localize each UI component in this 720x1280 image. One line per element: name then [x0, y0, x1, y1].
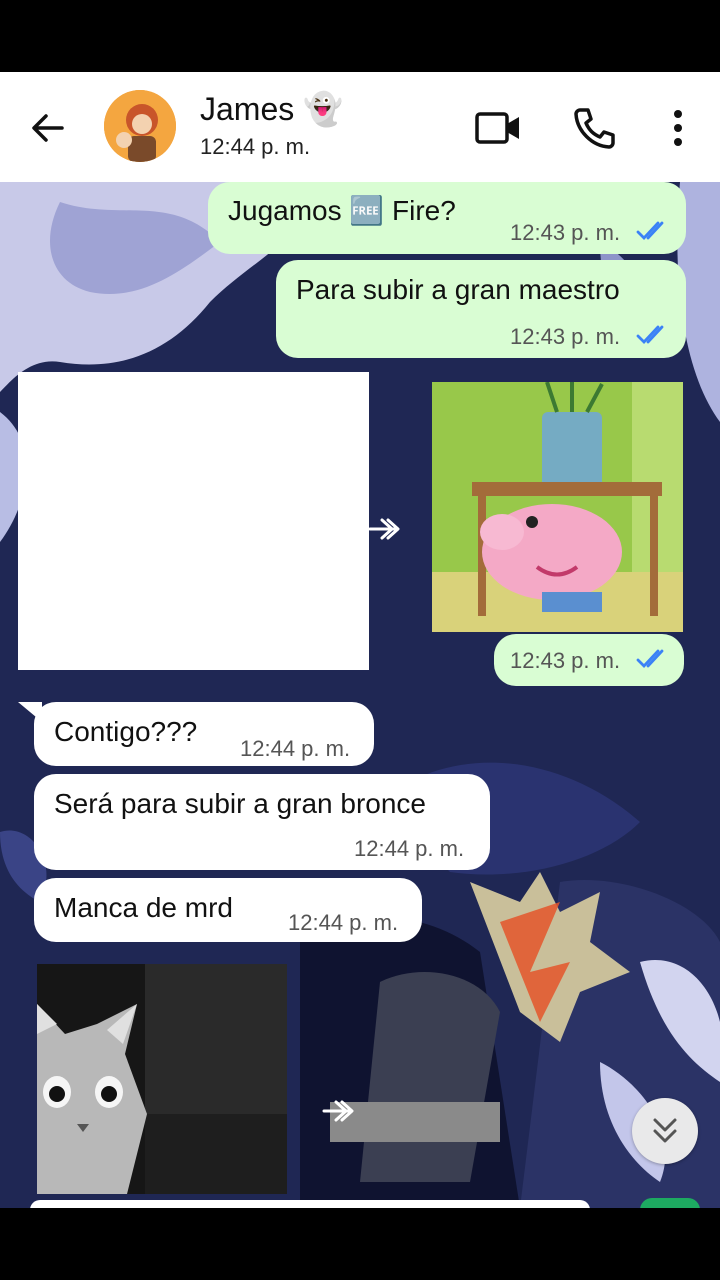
forward-icon[interactable]: [368, 516, 404, 542]
message-time: 12:43 p. m.: [510, 324, 621, 349]
read-receipt-icon: [636, 649, 664, 669]
read-receipt-icon: [636, 325, 664, 345]
outgoing-media-caption[interactable]: 12:43 p. m.: [494, 634, 684, 686]
double-chevron-down-icon: [653, 1118, 677, 1143]
bubble-tail: [18, 702, 42, 722]
incoming-message[interactable]: Será para subir a gran bronce 12:44 p. m…: [34, 774, 490, 870]
next-message-edge: [30, 1200, 590, 1208]
phone-call-icon[interactable]: [570, 104, 618, 152]
incoming-message[interactable]: Contigo??? 12:44 p. m.: [34, 702, 374, 766]
message-text: Será para subir a gran bronce: [54, 788, 426, 819]
message-text: Jugamos 🆓 Fire?: [228, 195, 456, 226]
message-time: 12:43 p. m.: [510, 648, 621, 673]
outgoing-message[interactable]: Para subir a gran maestro 12:43 p. m.: [276, 260, 686, 358]
outgoing-message[interactable]: Jugamos 🆓 Fire? 12:43 p. m.: [208, 182, 686, 254]
contact-status: 12:44 p. m.: [200, 134, 311, 159]
navigation-bar: [0, 1208, 720, 1280]
more-options-icon[interactable]: [654, 104, 702, 152]
blank-image[interactable]: [18, 372, 369, 670]
incoming-message[interactable]: Manca de mrd 12:44 p. m.: [34, 878, 422, 942]
contact-name[interactable]: James 👻: [200, 90, 343, 128]
message-time: 12:44 p. m.: [288, 910, 399, 935]
fab-edge[interactable]: [640, 1198, 700, 1208]
status-bar: [0, 0, 720, 72]
forward-icon[interactable]: [322, 1098, 358, 1124]
chat-area[interactable]: Jugamos 🆓 Fire? 12:43 p. m. Para subir a…: [0, 182, 720, 1208]
message-text: Contigo???: [54, 716, 198, 747]
message-time: 12:44 p. m.: [354, 836, 465, 861]
avatar[interactable]: [104, 90, 176, 162]
sticker-image[interactable]: [432, 382, 683, 632]
back-arrow-icon[interactable]: [28, 108, 68, 148]
message-text: Manca de mrd: [54, 892, 233, 923]
video-call-icon[interactable]: [474, 104, 522, 152]
message-time: 12:44 p. m.: [240, 736, 351, 761]
message-text: Para subir a gran maestro: [296, 274, 620, 305]
read-receipt-icon: [636, 221, 664, 241]
message-time: 12:43 p. m.: [510, 220, 621, 245]
cat-image[interactable]: [37, 964, 287, 1194]
scroll-down-button[interactable]: [632, 1098, 698, 1164]
